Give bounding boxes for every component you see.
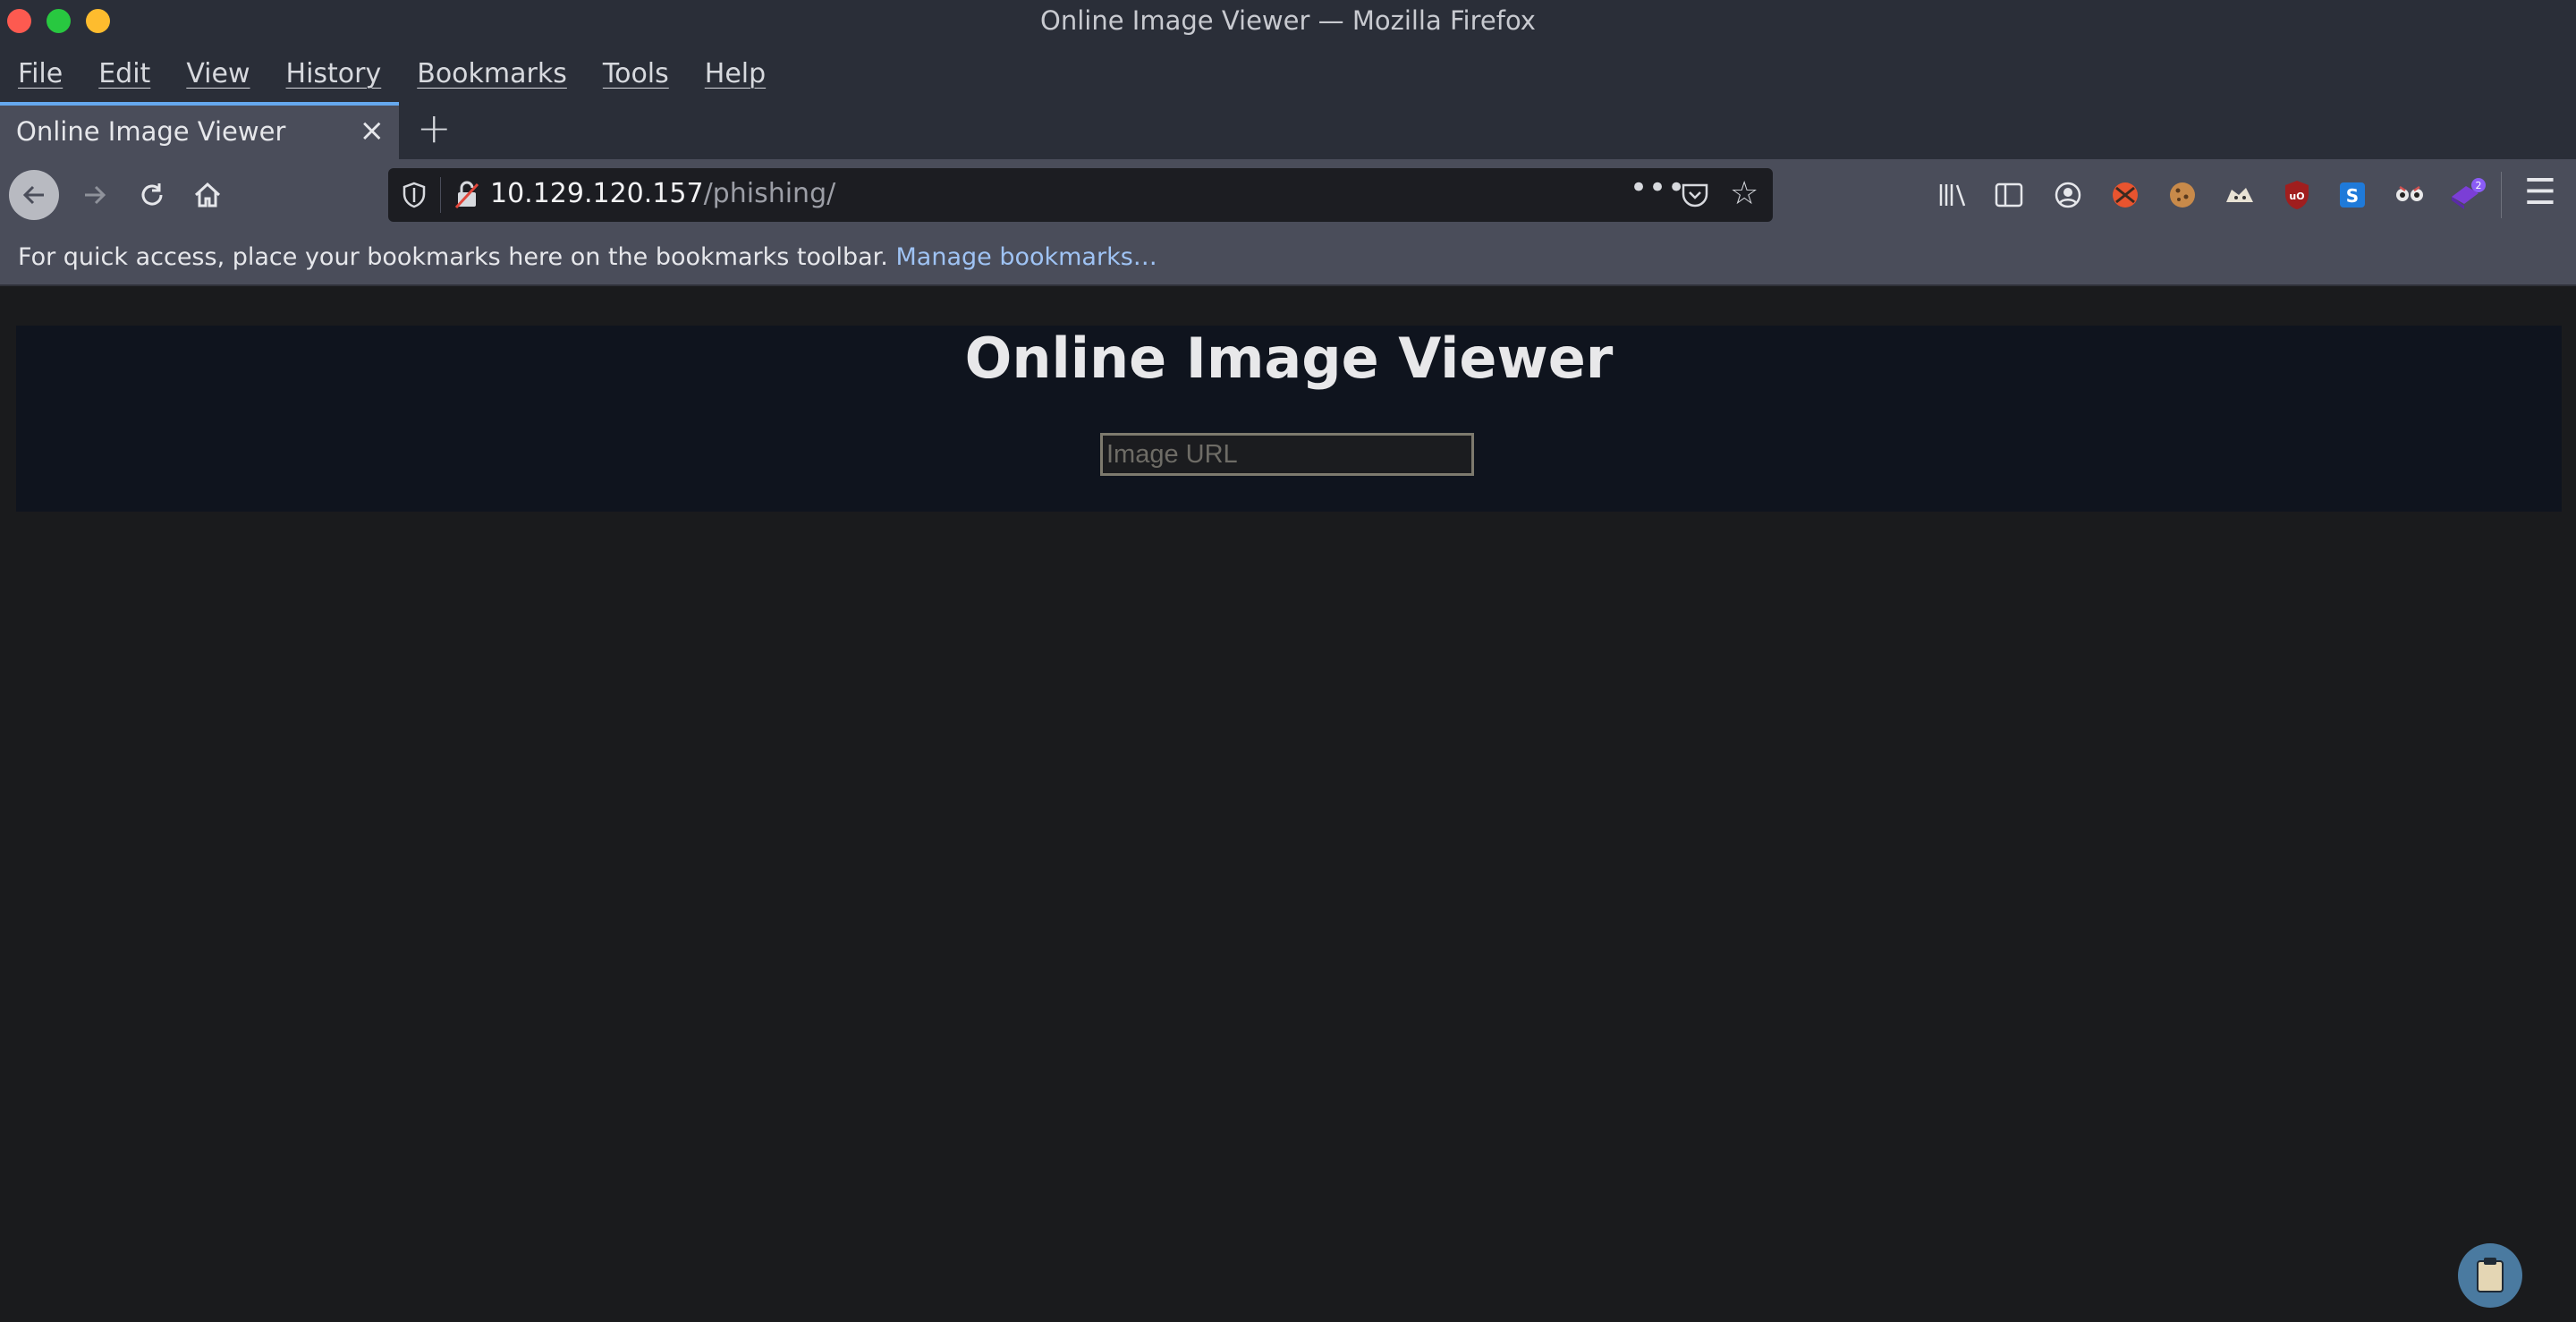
home-button[interactable]: [182, 170, 233, 220]
library-icon[interactable]: [1932, 174, 1975, 216]
bookmark-star-icon[interactable]: ☆: [1730, 175, 1758, 212]
image-url-input[interactable]: [1100, 433, 1474, 476]
toolbar-separator: [2501, 172, 2502, 218]
insecure-lock-icon[interactable]: [453, 179, 481, 211]
page-header: Online Image Viewer: [16, 326, 2562, 512]
bookmarks-hint: For quick access, place your bookmarks h…: [18, 243, 1157, 271]
hamburger-menu-icon[interactable]: ☰: [2524, 172, 2556, 213]
window-titlebar: Online Image Viewer — Mozilla Firefox: [0, 0, 2576, 45]
forward-button[interactable]: [70, 170, 120, 220]
cookie-icon[interactable]: [2161, 174, 2204, 216]
clipboard-button[interactable]: [2458, 1243, 2522, 1308]
url-text[interactable]: 10.129.120.157/phishing/: [490, 178, 835, 209]
page-title: Online Image Viewer: [964, 326, 1614, 391]
manage-bookmarks-link[interactable]: Manage bookmarks…: [895, 243, 1157, 271]
ext-cat-icon[interactable]: [2218, 174, 2261, 216]
sidebar-icon[interactable]: [1987, 174, 2030, 216]
pocket-icon[interactable]: [1680, 181, 1710, 209]
bookmarks-message: For quick access, place your bookmarks h…: [18, 243, 888, 271]
url-host: 10.129.120.157: [490, 178, 704, 209]
svg-text:uO: uO: [2289, 191, 2304, 202]
ext-glasses-icon[interactable]: [2388, 174, 2431, 216]
arrow-right-icon: [85, 185, 106, 205]
reload-icon: [141, 183, 163, 206]
address-bar[interactable]: 10.129.120.157/phishing/ ••• ☆: [388, 168, 1773, 222]
ext-s-icon[interactable]: S: [2331, 174, 2374, 216]
navigation-bar: 10.129.120.157/phishing/ ••• ☆ uO S 2 ☰: [0, 159, 2576, 231]
reload-button[interactable]: [127, 170, 177, 220]
clipboard-icon: [2477, 1258, 2504, 1292]
tab-close-icon[interactable]: ×: [360, 113, 386, 148]
menu-history[interactable]: History: [286, 58, 382, 89]
arrow-left-icon: [22, 185, 44, 205]
url-path: /phishing/: [703, 178, 836, 209]
menu-edit[interactable]: Edit: [98, 58, 150, 89]
menu-view[interactable]: View: [186, 58, 250, 89]
home-icon: [194, 182, 221, 208]
tracking-shield-icon[interactable]: [401, 181, 428, 209]
ext-purple-icon[interactable]: 2: [2445, 174, 2488, 216]
new-tab-button[interactable]: +: [417, 104, 452, 152]
tab-strip: Online Image Viewer × +: [0, 102, 2576, 159]
window-title: Online Image Viewer — Mozilla Firefox: [1040, 5, 1536, 36]
bookmarks-toolbar: For quick access, place your bookmarks h…: [0, 231, 2576, 286]
tab-title: Online Image Viewer: [16, 116, 286, 147]
ext-red-icon[interactable]: [2104, 174, 2147, 216]
page-actions-more-icon[interactable]: •••: [1630, 170, 1686, 206]
extension-badge: 2: [2476, 180, 2482, 191]
tab-online-image-viewer[interactable]: Online Image Viewer ×: [0, 102, 399, 159]
back-button[interactable]: [9, 170, 59, 220]
svg-text:S: S: [2346, 185, 2359, 207]
menu-tools[interactable]: Tools: [603, 58, 669, 89]
address-separator: [440, 177, 441, 213]
ublock-icon[interactable]: uO: [2275, 174, 2318, 216]
account-icon[interactable]: [2046, 174, 2089, 216]
menu-bar: File Edit View History Bookmarks Tools H…: [0, 45, 2576, 102]
menu-bookmarks[interactable]: Bookmarks: [417, 58, 567, 89]
menu-file[interactable]: File: [18, 58, 63, 89]
menu-help[interactable]: Help: [705, 58, 766, 89]
